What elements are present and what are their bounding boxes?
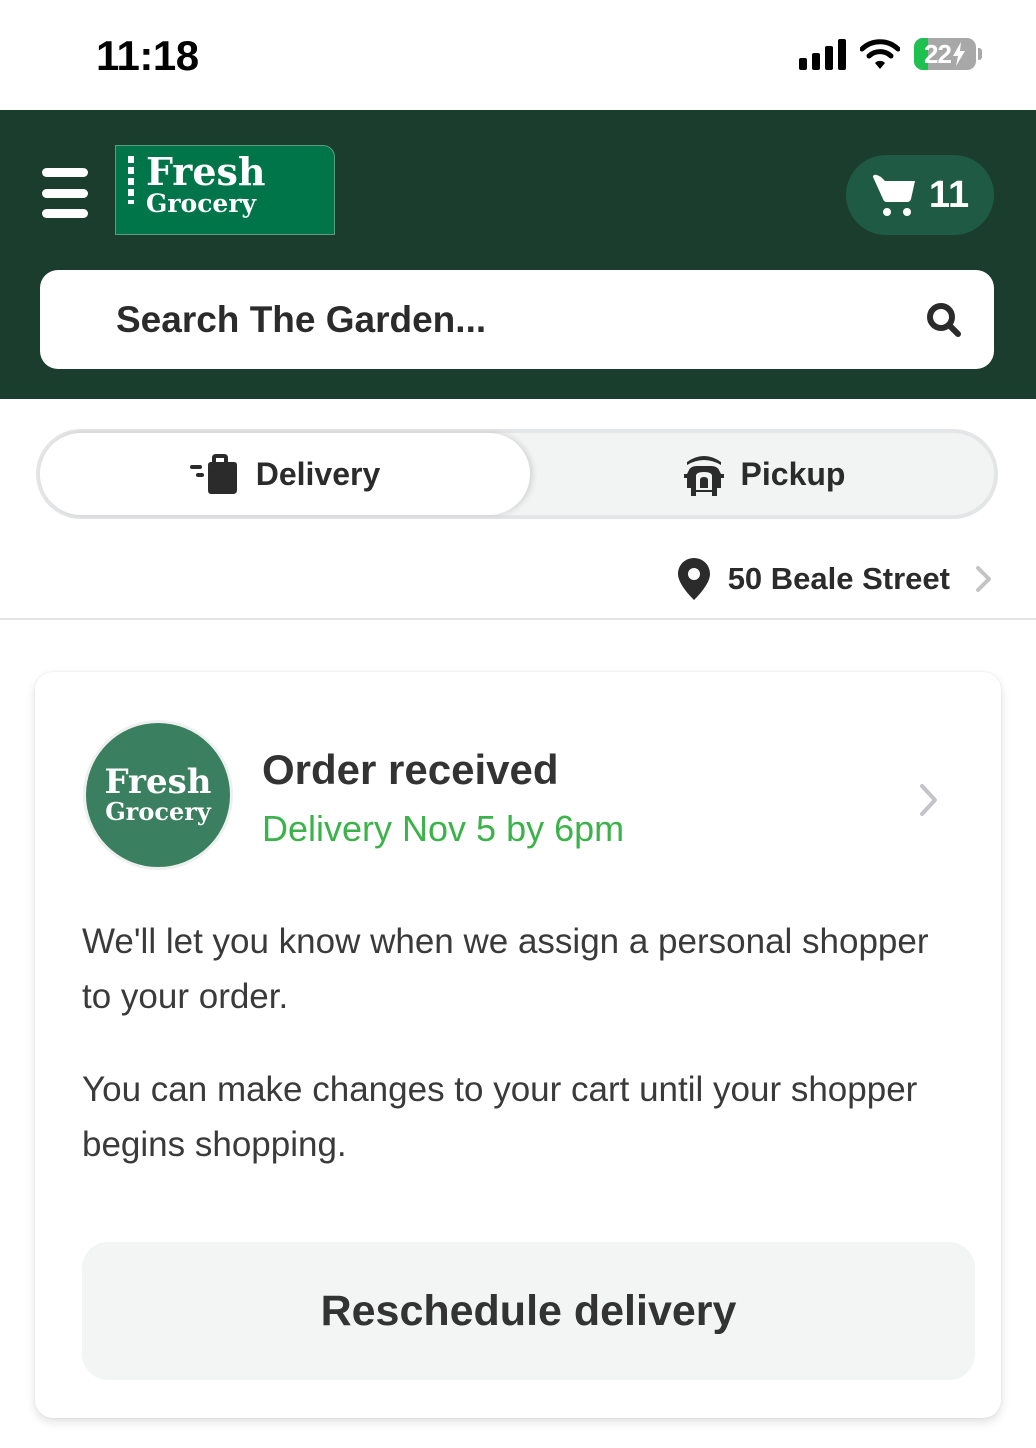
wifi-icon xyxy=(860,39,900,69)
address-row: 50 Beale Street xyxy=(0,540,1036,620)
cart-button[interactable]: 11 xyxy=(846,155,994,235)
pickup-car-icon xyxy=(683,456,724,496)
order-delivery-eta: Delivery Nov 5 by 6pm xyxy=(262,808,625,849)
fulfillment-toggle: Delivery Pickup xyxy=(36,429,998,519)
address-selector[interactable]: 50 Beale Street xyxy=(677,558,994,600)
location-pin-icon xyxy=(677,558,710,600)
order-status-card: Fresh Grocery Order received Delivery No… xyxy=(35,672,1001,1418)
battery-indicator: 22 xyxy=(914,38,976,70)
store-avatar: Fresh Grocery xyxy=(83,720,233,870)
logo-text-grocery: Grocery xyxy=(146,189,257,218)
reschedule-delivery-button[interactable]: Reschedule delivery xyxy=(82,1242,975,1380)
search-icon[interactable] xyxy=(924,300,964,340)
hamburger-menu-icon[interactable] xyxy=(42,168,88,218)
store-logo[interactable]: Fresh Grocery xyxy=(115,145,335,235)
status-icons: 22 xyxy=(799,38,982,70)
tab-delivery-label: Delivery xyxy=(255,455,381,492)
status-bar: 11:18 22 xyxy=(0,0,1036,110)
search-bar[interactable] xyxy=(40,270,994,369)
chevron-right-icon xyxy=(976,566,991,592)
address-label: 50 Beale Street xyxy=(727,561,950,596)
charging-bolt-icon xyxy=(952,42,965,66)
tab-pickup-label: Pickup xyxy=(740,455,846,492)
cart-count: 11 xyxy=(928,173,970,216)
battery-charging-icon: 22 xyxy=(914,38,982,70)
order-message-shopper: We'll let you know when we assign a pers… xyxy=(82,922,929,1016)
battery-cap xyxy=(978,48,982,60)
chevron-right-icon[interactable] xyxy=(915,780,943,820)
battery-level: 22 xyxy=(924,38,952,69)
signal-icon xyxy=(799,38,846,70)
tab-delivery[interactable]: Delivery xyxy=(40,433,530,515)
order-message-cart-changes: You can make changes to your cart until … xyxy=(82,1070,918,1164)
status-time: 11:18 xyxy=(96,32,199,79)
logo-text-fresh: Fresh xyxy=(146,149,266,194)
delivery-bag-icon xyxy=(189,454,237,494)
order-status-title: Order received xyxy=(262,746,559,793)
cart-icon xyxy=(872,174,915,216)
tab-pickup[interactable]: Pickup xyxy=(530,433,998,515)
app-header: Fresh Grocery 11 xyxy=(0,110,1036,399)
logo-dots-decoration xyxy=(128,156,134,204)
search-input[interactable] xyxy=(116,298,924,341)
avatar-text-grocery: Grocery xyxy=(105,797,211,826)
avatar-text-fresh: Fresh xyxy=(104,762,212,802)
